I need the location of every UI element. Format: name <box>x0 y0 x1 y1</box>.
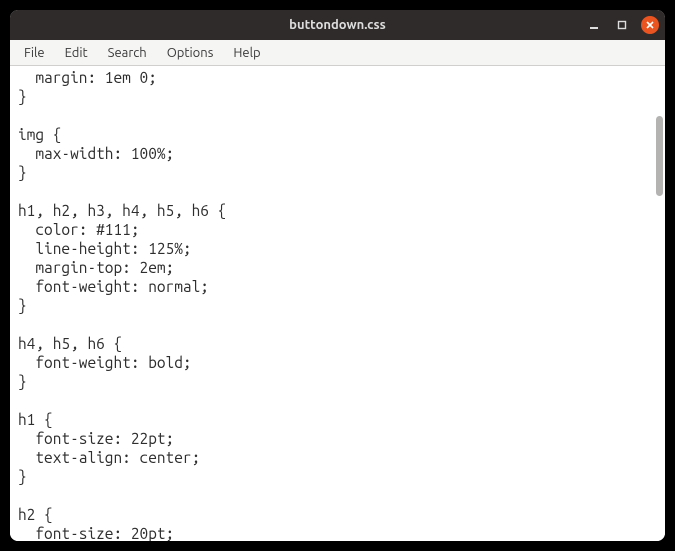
editor-area: margin: 1em 0; } img { max-width: 100%; … <box>10 66 665 541</box>
window-controls <box>585 10 659 40</box>
close-button[interactable] <box>641 16 659 34</box>
menu-search[interactable]: Search <box>98 40 157 65</box>
titlebar: buttondown.css <box>10 10 665 40</box>
menu-options[interactable]: Options <box>157 40 224 65</box>
menu-item-label: Edit <box>65 46 88 60</box>
menu-edit[interactable]: Edit <box>55 40 98 65</box>
menu-item-label: Search <box>108 46 147 60</box>
menu-item-label: Help <box>233 46 260 60</box>
menu-item-label: File <box>24 46 45 60</box>
scrollbar-track <box>654 66 665 541</box>
maximize-button[interactable] <box>613 16 631 34</box>
minimize-icon <box>589 20 599 30</box>
minimize-button[interactable] <box>585 16 603 34</box>
menu-file[interactable]: File <box>14 40 55 65</box>
app-window: buttondown.css File Edit Search <box>10 10 665 541</box>
code-editor[interactable]: margin: 1em 0; } img { max-width: 100%; … <box>10 66 665 541</box>
menu-item-label: Options <box>167 46 214 60</box>
menubar: File Edit Search Options Help <box>10 40 665 66</box>
close-icon <box>645 20 655 30</box>
window-title: buttondown.css <box>10 18 665 32</box>
maximize-icon <box>617 20 627 30</box>
menu-help[interactable]: Help <box>223 40 270 65</box>
scrollbar-thumb[interactable] <box>656 116 663 196</box>
